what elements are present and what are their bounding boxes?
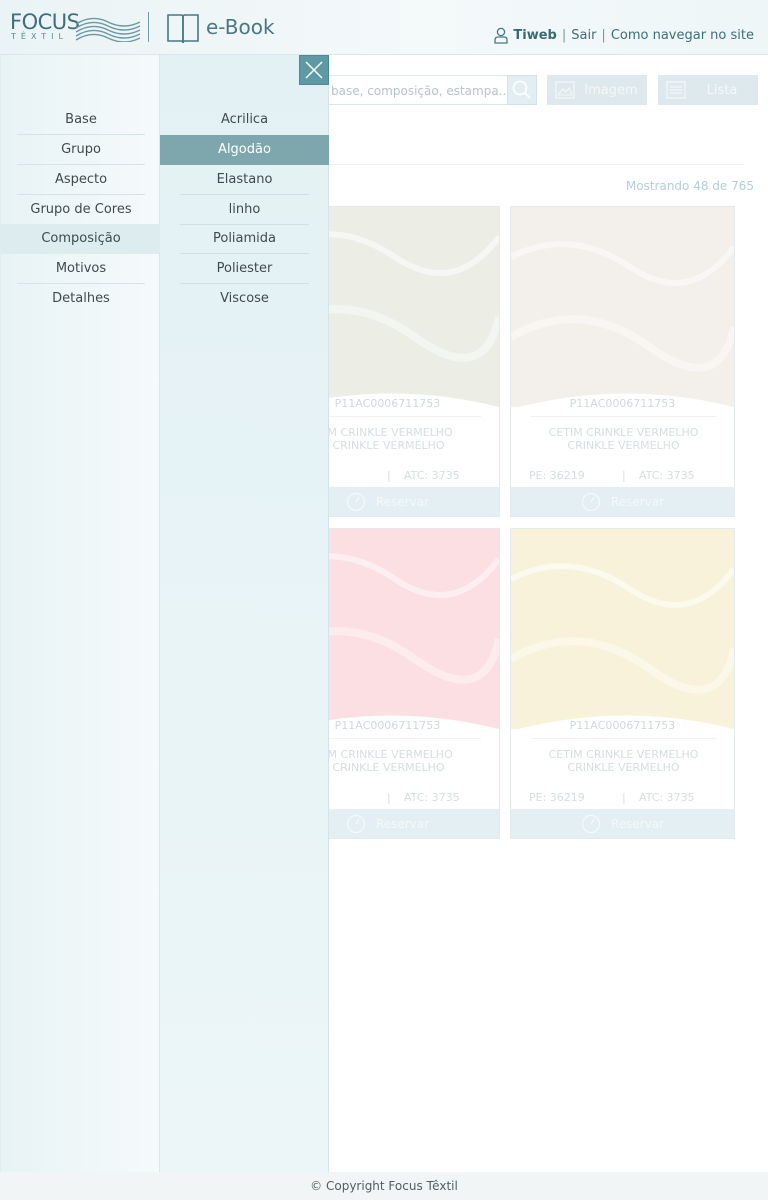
product-name: CETIM CRINKLE VERMELHO CRINKLE VERMELHO — [521, 426, 726, 452]
product-atc: ATC: 3735 — [404, 791, 460, 804]
option-poliester[interactable]: Poliester — [160, 254, 329, 284]
search-button[interactable] — [507, 75, 537, 105]
image-view-button[interactable]: Imagem — [547, 75, 647, 105]
menu-item-label: Grupo — [61, 142, 101, 157]
close-icon — [305, 61, 323, 79]
book-icon — [167, 14, 199, 44]
clock-icon — [346, 814, 366, 833]
option-label: Algodão — [218, 142, 271, 157]
logo-waves-icon — [75, 17, 141, 42]
copyright-text: © Copyright Focus Têxtil — [310, 1179, 458, 1193]
product-atc: ATC: 3735 — [639, 791, 695, 804]
reserve-button[interactable]: Reservar — [511, 487, 734, 516]
product-card[interactable]: P11AC0006711753 CETIM CRINKLE VERMELHO C… — [510, 206, 735, 517]
image-view-label: Imagem — [584, 82, 638, 98]
reserve-label: Reservar — [375, 816, 430, 831]
product-name-line1: CETIM CRINKLE VERMELHO — [548, 748, 699, 761]
menu-item-label: Composição — [41, 231, 121, 246]
option-poliamida[interactable]: Poliamida — [160, 224, 329, 254]
help-link[interactable]: Como navegar no site — [611, 28, 754, 43]
results-count: Mostrando 48 de 765 — [625, 179, 754, 193]
option-linho[interactable]: linho — [160, 195, 329, 225]
logout-link[interactable]: Sair — [571, 28, 596, 43]
product-pe: PE: 36219 — [529, 469, 585, 482]
product-name: CETIM CRINKLE VERMELHO CRINKLE VERMELHO — [521, 748, 726, 774]
reserve-button[interactable]: Reservar — [511, 809, 734, 838]
menu-item-detalhes[interactable]: Detalhes — [1, 284, 161, 314]
app-title: e-Book — [206, 15, 275, 39]
header-divider — [148, 12, 149, 42]
close-menu-button[interactable] — [299, 55, 329, 85]
option-label: Viscose — [220, 291, 269, 306]
product-pe: PE: 36219 — [529, 791, 585, 804]
search-icon — [512, 80, 531, 99]
menu-item-base[interactable]: Base — [1, 105, 161, 135]
filter-menu-options: Acrilica Algodão Elastano linho Poliamid… — [160, 55, 329, 1172]
clock-icon — [581, 492, 601, 511]
product-code: P11AC0006711753 — [569, 719, 676, 732]
meta-separator: | — [622, 791, 626, 804]
menu-item-label: Motivos — [55, 261, 107, 276]
nav-separator: | — [601, 28, 606, 43]
option-algodao[interactable]: Algodão — [160, 135, 329, 165]
footer: © Copyright Focus Têxtil — [0, 1172, 768, 1200]
meta-separator: | — [387, 469, 391, 482]
product-name-line2: CRINKLE VERMELHO — [567, 761, 680, 774]
option-viscose[interactable]: Viscose — [160, 284, 329, 314]
option-elastano[interactable]: Elastano — [160, 165, 329, 195]
menu-item-grupo-de-cores[interactable]: Grupo de Cores — [1, 195, 161, 225]
reserve-label: Reservar — [610, 816, 665, 831]
clock-icon — [346, 492, 366, 511]
reserve-label: Reservar — [610, 494, 665, 509]
clock-icon — [581, 814, 601, 833]
menu-item-label: Detalhes — [52, 291, 110, 306]
option-label: Acrilica — [220, 112, 269, 127]
menu-item-label: Aspecto — [54, 172, 108, 187]
product-atc: ATC: 3735 — [404, 469, 460, 482]
reserve-label: Reservar — [375, 494, 430, 509]
user-name[interactable]: Tiweb — [513, 28, 556, 43]
menu-item-label: Base — [65, 112, 97, 127]
menu-item-aspecto[interactable]: Aspecto — [1, 165, 161, 195]
menu-item-motivos[interactable]: Motivos — [1, 254, 161, 284]
product-atc: ATC: 3735 — [639, 469, 695, 482]
product-code: P11AC0006711753 — [569, 397, 676, 410]
filter-menu-categories: Base Grupo Aspecto Grupo de Cores Compos… — [0, 55, 161, 1172]
focus-textil-logo[interactable]: FOCUS TÊXTIL — [10, 10, 141, 44]
card-divider — [531, 416, 716, 417]
option-label: Poliamida — [212, 231, 276, 246]
menu-item-composicao[interactable]: Composição — [1, 224, 161, 254]
option-label: Poliester — [216, 261, 273, 276]
option-label: linho — [228, 202, 261, 217]
product-name-line1: CETIM CRINKLE VERMELHO — [548, 426, 699, 439]
menu-item-label: Grupo de Cores — [30, 202, 132, 217]
nav-separator: | — [561, 28, 567, 43]
product-name-line2: CRINKLE VERMELHO — [567, 439, 680, 452]
card-divider — [531, 738, 716, 739]
content-divider — [330, 164, 744, 165]
product-card[interactable]: P11AC0006711753 CETIM CRINKLE VERMELHO C… — [510, 528, 735, 839]
header: FOCUS TÊXTIL e-Book Tiweb | Sair | Como … — [0, 0, 768, 55]
option-label: Elastano — [216, 172, 273, 187]
option-acrilica[interactable]: Acrilica — [160, 105, 329, 135]
list-view-button[interactable]: Lista — [658, 75, 758, 105]
user-nav: Tiweb | Sair | Como navegar no site — [494, 27, 754, 44]
meta-separator: | — [622, 469, 626, 482]
user-icon — [494, 27, 509, 44]
meta-separator: | — [387, 791, 391, 804]
search-input[interactable]: base, composição, estampa... — [322, 75, 508, 105]
list-view-label: Lista — [706, 82, 738, 98]
menu-item-grupo[interactable]: Grupo — [1, 135, 161, 165]
logo-subtitle: TÊXTIL — [11, 32, 68, 41]
logo-wordmark: FOCUS — [10, 10, 80, 34]
